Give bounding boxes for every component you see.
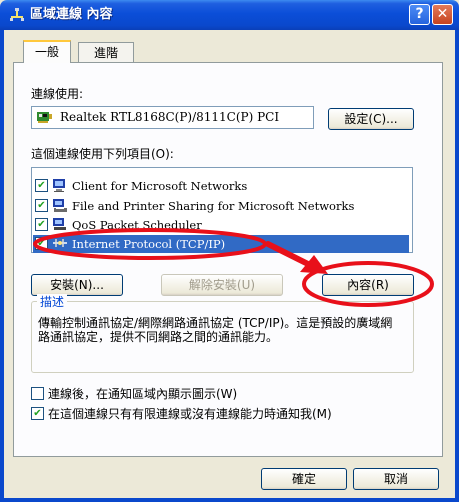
show-icon-option[interactable]: 連線後，在通知區域內顯示圖示(W): [31, 385, 331, 403]
notify-label: 在這個連線只有有限連線或沒有連線能力時通知我(M): [48, 407, 332, 421]
list-item[interactable]: ✔ File and Printer Sharing for Microsoft…: [33, 197, 409, 215]
component-checkbox[interactable]: ✔: [35, 179, 48, 192]
window-frame-right: [455, 30, 459, 502]
help-button[interactable]: ?: [409, 4, 430, 25]
install-button[interactable]: 安裝(N)...: [31, 274, 123, 296]
component-checkbox[interactable]: ✔: [35, 237, 48, 250]
component-checkbox[interactable]: ✔: [35, 218, 48, 231]
network-client-icon: [53, 179, 65, 192]
description-text: 傳輸控制通訊協定/網際網路通訊協定 (TCP/IP)。這是預設的廣域網路通訊協定…: [38, 316, 393, 344]
window-title: 區域連線 內容: [30, 7, 113, 22]
notify-checkbox[interactable]: ✔: [31, 407, 44, 420]
list-item[interactable]: ✔ QoS Packet Scheduler: [33, 216, 409, 234]
notify-option[interactable]: ✔ 在這個連線只有有限連線或沒有連線能力時通知我(M): [31, 405, 421, 423]
window-frame-bottom: [0, 498, 459, 502]
component-name: Client for Microsoft Networks: [72, 179, 248, 193]
list-item-selected[interactable]: ✔ Internet Protocol (TCP/IP): [33, 235, 409, 253]
component-name: Internet Protocol (TCP/IP): [72, 237, 226, 251]
adapter-name: Realtek RTL8168C(P)/8111C(P) PCI: [60, 110, 280, 124]
component-checkbox[interactable]: ✔: [35, 199, 48, 212]
description-title: 描述: [37, 294, 68, 310]
ok-button[interactable]: 確定: [261, 468, 347, 490]
file-printer-sharing-icon: [53, 199, 67, 212]
network-connection-icon: [10, 8, 24, 21]
connect-using-label: 連線使用:: [31, 87, 84, 101]
components-label: 這個連線使用下列項目(O):: [31, 147, 174, 161]
component-name: File and Printer Sharing for Microsoft N…: [72, 199, 355, 213]
component-name: QoS Packet Scheduler: [72, 218, 202, 232]
show-icon-checkbox[interactable]: [31, 387, 44, 400]
show-icon-label: 連線後，在通知區域內顯示圖示(W): [48, 387, 238, 401]
qos-scheduler-icon: [53, 218, 66, 230]
configure-button[interactable]: 設定(C)...: [328, 108, 414, 130]
uninstall-button[interactable]: 解除安裝(U): [161, 274, 283, 296]
properties-button[interactable]: 內容(R): [322, 274, 414, 296]
close-button[interactable]: ✕: [432, 4, 453, 25]
tab-general[interactable]: 一般: [23, 40, 71, 63]
protocol-icon: [53, 239, 67, 247]
list-item[interactable]: ✔ Client for Microsoft Networks: [33, 177, 409, 195]
window-frame-left: [0, 30, 4, 502]
cancel-button[interactable]: 取消: [353, 468, 439, 490]
tab-advanced[interactable]: 進階: [78, 42, 134, 62]
network-adapter-icon: [37, 112, 52, 123]
